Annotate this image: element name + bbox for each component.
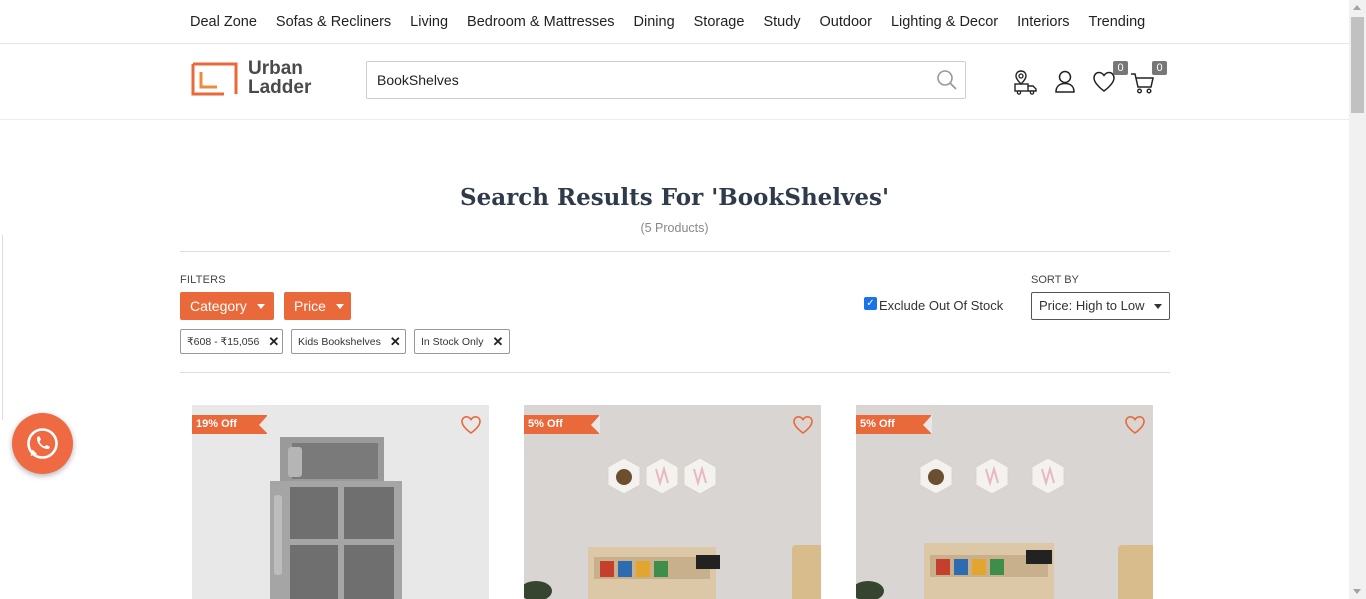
logo-text-line2: Ladder xyxy=(248,77,312,98)
filters-label: FILTERS xyxy=(180,274,226,286)
nav-lighting-decor[interactable]: Lighting & Decor xyxy=(891,14,998,30)
discount-badge: 5% Off xyxy=(856,415,932,434)
nav-deal-zone[interactable]: Deal Zone xyxy=(190,14,257,30)
scroll-up-arrow-icon[interactable] xyxy=(1353,5,1361,10)
side-panel-edge xyxy=(0,235,3,420)
track-order-button[interactable] xyxy=(1012,68,1040,96)
filter-chip-price-range: ₹608 - ₹15,056 ✕ xyxy=(180,329,283,354)
search-box xyxy=(366,61,966,99)
logo-text-line1: Urban xyxy=(248,58,303,79)
chevron-down-icon xyxy=(1154,304,1162,309)
sort-select[interactable]: Price: High to Low xyxy=(1031,292,1170,320)
nav-storage[interactable]: Storage xyxy=(694,14,745,30)
search-input[interactable] xyxy=(367,62,927,98)
product-card[interactable]: 5% Off xyxy=(524,405,821,599)
search-results-title: Search Results For 'BookShelves' xyxy=(459,184,890,211)
whatsapp-chat-button[interactable] xyxy=(12,413,73,474)
cart-count-badge: 0 xyxy=(1152,61,1167,75)
header-actions: 0 0 xyxy=(1012,61,1168,96)
wishlist-button[interactable]: 0 xyxy=(1090,61,1128,96)
chip-label: In Stock Only xyxy=(421,335,484,348)
product-card[interactable]: 19% Off xyxy=(192,405,489,599)
divider xyxy=(180,372,1170,373)
price-filter-button[interactable]: Price xyxy=(284,292,351,320)
cart-button[interactable]: 0 xyxy=(1129,61,1167,96)
nav-sofas-recliners[interactable]: Sofas & Recliners xyxy=(276,14,391,30)
sort-by-label: SORT BY xyxy=(1031,274,1079,286)
filter-chip-in-stock: In Stock Only ✕ xyxy=(414,329,510,354)
product-image[interactable] xyxy=(856,405,1153,599)
search-icon[interactable] xyxy=(935,68,959,92)
wishlist-heart-icon[interactable] xyxy=(460,415,482,435)
scrollbar-thumb[interactable] xyxy=(1351,17,1364,113)
scroll-down-arrow-icon[interactable] xyxy=(1353,589,1361,594)
sort-selected-value: Price: High to Low xyxy=(1039,298,1145,313)
discount-badge: 19% Off xyxy=(192,415,268,434)
profile-button[interactable] xyxy=(1051,68,1079,96)
user-icon xyxy=(1055,70,1075,93)
wishlist-heart-icon[interactable] xyxy=(792,415,814,435)
whatsapp-icon xyxy=(27,428,58,459)
checkbox-checked-icon[interactable]: ✓ xyxy=(864,296,877,310)
price-filter-label: Price xyxy=(294,298,326,314)
nav-bedroom-mattresses[interactable]: Bedroom & Mattresses xyxy=(467,14,614,30)
nav-interiors[interactable]: Interiors xyxy=(1017,14,1069,30)
site-header: Urban Ladder BookShelves 0 0 xyxy=(0,44,1349,120)
wishlist-heart-icon[interactable] xyxy=(1124,415,1146,435)
caret-down-icon xyxy=(256,303,265,309)
category-filter-label: Category xyxy=(190,298,247,314)
product-image[interactable] xyxy=(524,405,821,599)
product-image[interactable] xyxy=(192,405,489,599)
nav-outdoor[interactable]: Outdoor xyxy=(820,14,872,30)
vertical-scrollbar[interactable] xyxy=(1349,0,1366,599)
caret-down-icon xyxy=(335,303,344,309)
remove-filter-icon[interactable]: ✕ xyxy=(492,334,503,350)
nav-study[interactable]: Study xyxy=(763,14,800,30)
delivery-truck-icon xyxy=(1014,70,1037,95)
product-count: (5 Products) xyxy=(640,221,709,235)
discount-badge: 5% Off xyxy=(524,415,600,434)
chip-label: Kids Bookshelves xyxy=(298,335,381,348)
urban-ladder-logo[interactable]: Urban Ladder xyxy=(191,59,311,97)
exclude-out-of-stock-toggle[interactable]: ✓ Exclude Out Of Stock xyxy=(864,296,1004,313)
nav-dining[interactable]: Dining xyxy=(634,14,675,30)
divider xyxy=(180,251,1170,252)
filter-chip-kids-bookshelves: Kids Bookshelves ✕ xyxy=(291,329,406,354)
chip-label: ₹608 - ₹15,056 xyxy=(187,335,260,348)
remove-filter-icon[interactable]: ✕ xyxy=(390,334,401,350)
product-card[interactable]: 5% Off xyxy=(856,405,1153,599)
logo-mark-icon xyxy=(191,62,238,95)
exclude-out-of-stock-label: Exclude Out Of Stock xyxy=(879,298,1004,313)
remove-filter-icon[interactable]: ✕ xyxy=(268,334,279,350)
category-filter-button[interactable]: Category xyxy=(180,292,274,320)
wishlist-count-badge: 0 xyxy=(1113,61,1128,75)
category-nav: Deal Zone Sofas & Recliners Living Bedro… xyxy=(0,0,1349,44)
page: Deal Zone Sofas & Recliners Living Bedro… xyxy=(0,0,1349,599)
nav-trending[interactable]: Trending xyxy=(1089,14,1146,30)
nav-living[interactable]: Living xyxy=(410,14,448,30)
